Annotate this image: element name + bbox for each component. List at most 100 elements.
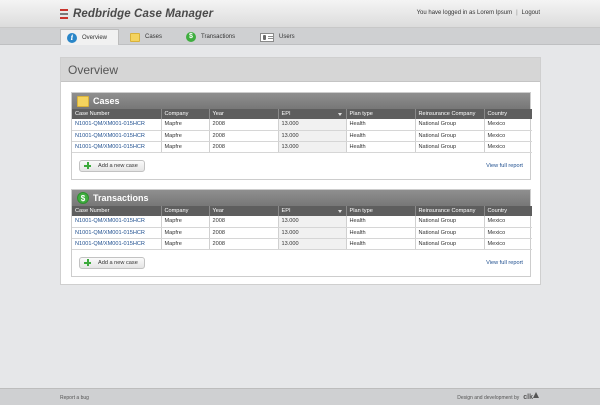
- folder-icon: [130, 32, 140, 42]
- report-bug-link[interactable]: Report a bug: [60, 395, 89, 401]
- section-footer: Add a new case View full report: [72, 153, 530, 179]
- table-header-row: Case Number Company Year EPI Plan type R…: [72, 206, 532, 216]
- table-cell: 13.000: [278, 227, 347, 239]
- cases-section: Cases Case Number Company Year EPI Plan …: [71, 92, 532, 180]
- table-cell: Mexico: [484, 130, 532, 142]
- logout-link[interactable]: Logout: [522, 10, 540, 16]
- plus-icon: [84, 259, 91, 266]
- case-number-cell: N1001-QM/XM001-015HCR: [72, 227, 162, 239]
- table-cell: 2008: [209, 141, 279, 153]
- tab-label: Users: [279, 34, 295, 40]
- tab-transactions[interactable]: $ Transactions: [180, 29, 241, 45]
- table-cell: National Group: [415, 227, 485, 239]
- case-number-cell: N1001-QM/XM001-015HCR: [72, 119, 162, 131]
- column-header[interactable]: Reinsurance Company: [415, 206, 485, 216]
- table-cell: Mapfre: [161, 216, 210, 228]
- section-title: Transactions: [93, 193, 149, 203]
- add-case-label: Add a new case: [98, 259, 138, 266]
- add-case-button[interactable]: Add a new case: [79, 256, 145, 269]
- table-cell: 2008: [209, 238, 279, 250]
- table-cell: Health: [346, 130, 416, 142]
- users-icon: [260, 32, 274, 42]
- case-number-cell: N1001-QM/XM001-015HCR: [72, 130, 162, 142]
- table-cell: Mexico: [484, 141, 532, 153]
- clk-logo[interactable]: clk: [523, 392, 539, 401]
- column-header[interactable]: Case Number: [72, 206, 162, 216]
- table-cell: 2008: [209, 216, 279, 228]
- app-title: Redbridge Case Manager: [73, 8, 214, 20]
- tab-users[interactable]: Users: [254, 29, 301, 45]
- view-full-report-link[interactable]: View full report: [486, 163, 523, 169]
- tab-label: Overview: [82, 34, 108, 41]
- view-full-report-link[interactable]: View full report: [486, 260, 523, 266]
- dollar-icon: $: [186, 32, 196, 42]
- app-logo[interactable]: Redbridge Case Manager: [60, 8, 213, 20]
- table-cell: 13.000: [278, 119, 347, 131]
- column-header[interactable]: Country: [484, 206, 532, 216]
- credit: Design and development by clk: [457, 392, 539, 401]
- column-header[interactable]: Company: [161, 206, 210, 216]
- table-cell: 13.000: [278, 130, 347, 142]
- credit-text: Design and development by: [457, 394, 520, 401]
- table-cell: Mapfre: [161, 130, 210, 142]
- dollar-icon: $: [77, 192, 89, 204]
- redbridge-logo-icon: [60, 9, 68, 19]
- section-title: Cases: [93, 96, 120, 106]
- overview-panel: Overview Cases Case Number Company Year …: [60, 57, 541, 285]
- add-case-button[interactable]: Add a new case: [79, 159, 145, 172]
- page-footer: Report a bug Design and development by c…: [0, 388, 600, 405]
- table-cell: Health: [346, 227, 416, 239]
- case-link[interactable]: N1001-QM/XM001-015HCR: [75, 121, 145, 127]
- table-row: N1001-QM/XM001-015HCR Mapfre 2008 13.000…: [72, 130, 532, 142]
- main-nav: i Overview Cases $ Transactions Users: [0, 28, 600, 70]
- column-header[interactable]: Year: [209, 206, 279, 216]
- column-header[interactable]: Year: [209, 109, 279, 119]
- table-header-row: Case Number Company Year EPI Plan type R…: [72, 109, 532, 119]
- column-header[interactable]: Country: [484, 109, 532, 119]
- section-header: $ Transactions: [72, 190, 530, 206]
- divider: |: [516, 10, 518, 16]
- case-number-cell: N1001-QM/XM001-015HCR: [72, 238, 162, 250]
- table-cell: Mexico: [484, 119, 532, 131]
- user-box: You have logged in as Lorem Ipsum | Logo…: [417, 10, 540, 16]
- page-title: Overview: [68, 63, 119, 77]
- tab-label: Cases: [145, 34, 163, 40]
- sort-arrow-icon: [337, 112, 342, 116]
- table-cell: 13.000: [278, 238, 347, 250]
- table-cell: National Group: [415, 216, 485, 228]
- table-cell: Health: [346, 119, 416, 131]
- tab-cases[interactable]: Cases: [124, 29, 168, 45]
- case-link[interactable]: N1001-QM/XM001-015HCR: [75, 218, 145, 224]
- table-cell: 2008: [209, 130, 279, 142]
- case-number-cell: N1001-QM/XM001-015HCR: [72, 141, 162, 153]
- case-link[interactable]: N1001-QM/XM001-015HCR: [75, 133, 145, 139]
- cases-table: Case Number Company Year EPI Plan type R…: [72, 109, 532, 153]
- transactions-section: $ Transactions Case Number Company Year …: [71, 189, 532, 277]
- case-link[interactable]: N1001-QM/XM001-015HCR: [75, 230, 145, 236]
- column-header[interactable]: Company: [161, 109, 210, 119]
- table-cell: National Group: [415, 130, 485, 142]
- folder-icon: [77, 95, 89, 107]
- table-cell: 2008: [209, 119, 279, 131]
- table-cell: Mapfre: [161, 119, 210, 131]
- column-header[interactable]: Plan type: [346, 206, 416, 216]
- column-header-label: EPI: [281, 208, 291, 214]
- table-cell: National Group: [415, 238, 485, 250]
- case-link[interactable]: N1001-QM/XM001-015HCR: [75, 241, 145, 247]
- section-header: Cases: [72, 93, 530, 109]
- table-row: N1001-QM/XM001-015HCR Mapfre 2008 13.000…: [72, 216, 532, 228]
- column-header-sorted[interactable]: EPI: [278, 109, 347, 119]
- table-cell: Mexico: [484, 227, 532, 239]
- table-cell: 13.000: [278, 216, 347, 228]
- tab-overview[interactable]: i Overview: [60, 29, 119, 45]
- table-cell: 13.000: [278, 141, 347, 153]
- info-icon: i: [67, 32, 77, 43]
- table-cell: Mapfre: [161, 141, 210, 153]
- column-header[interactable]: Plan type: [346, 109, 416, 119]
- column-header[interactable]: Reinsurance Company: [415, 109, 485, 119]
- column-header-label: EPI: [281, 111, 291, 117]
- case-link[interactable]: N1001-QM/XM001-015HCR: [75, 144, 145, 150]
- column-header[interactable]: Case Number: [72, 109, 162, 119]
- column-header-sorted[interactable]: EPI: [278, 206, 347, 216]
- table-cell: Health: [346, 238, 416, 250]
